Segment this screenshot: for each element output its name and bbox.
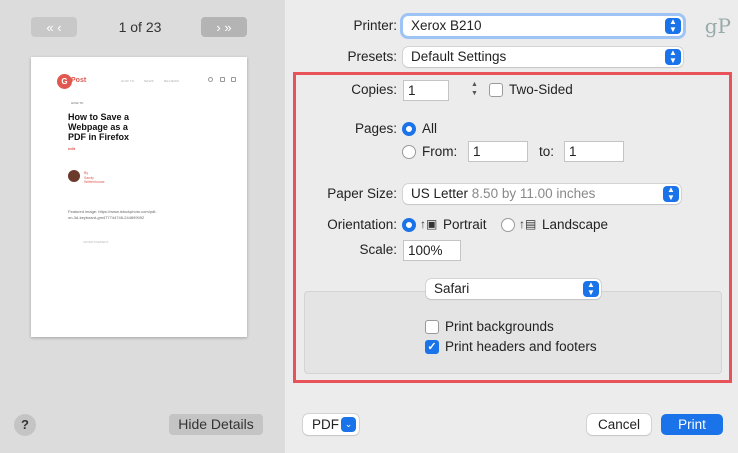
hide-details-button[interactable]: Hide Details	[169, 414, 263, 435]
next-page-buttons[interactable]: › »	[201, 17, 247, 37]
copies-label: Copies:	[351, 82, 397, 97]
print-headers-footers-checkbox[interactable]: ✓	[425, 340, 439, 354]
featured-image-text: Featured image: https://www.istockphoto.…	[68, 209, 157, 220]
portrait-label: Portrait	[443, 217, 487, 232]
article-tag: HOW-TO	[71, 101, 84, 105]
pages-to-field[interactable]: 1	[564, 141, 624, 162]
cancel-button[interactable]: Cancel	[587, 414, 651, 435]
pdf-menu-button[interactable]: PDF ⌄	[303, 414, 359, 435]
scale-label: Scale:	[359, 242, 397, 257]
page-preview: G Post HOW TO NEWS REVIEWS HOW-TO How to…	[31, 57, 247, 337]
printer-label: Printer:	[353, 18, 397, 33]
author-avatar	[68, 170, 80, 182]
pages-all-label: All	[422, 121, 438, 136]
preview-panel: « ‹ 1 of 23 › » G Post HOW TO NEWS REVIE…	[0, 0, 285, 453]
page-count: 1 of 23	[118, 19, 162, 35]
preview-twitter-icon	[231, 77, 236, 82]
article-title-text: How to Save a Webpage as a PDF in Firefo…	[68, 112, 130, 142]
preview-search-icon	[208, 77, 213, 82]
two-sided-checkbox[interactable]	[489, 83, 503, 97]
portrait-radio[interactable]	[402, 218, 416, 232]
preview-nav-link: HOW TO	[121, 79, 135, 83]
print-settings-panel: Printer: Xerox B210 ▲ ▼ gP Presets: Defau…	[285, 0, 738, 453]
print-button[interactable]: Print	[661, 414, 723, 435]
portrait-icon: ↑▣	[420, 217, 438, 231]
pages-label: Pages:	[354, 121, 397, 136]
preview-nav-link: REVIEWS	[164, 79, 180, 83]
two-sided-label: Two-Sided	[509, 82, 573, 97]
scale-field[interactable]: 100%	[403, 240, 461, 261]
help-button[interactable]: ?	[14, 414, 36, 436]
paper-size-label: Paper Size:	[327, 186, 397, 201]
orientation-label: Orientation:	[327, 217, 397, 232]
article-title: How to Save a Webpage as a PDF in Firefo…	[68, 112, 138, 154]
pages-all-radio[interactable]	[402, 122, 416, 136]
site-logo-text: Post	[71, 77, 87, 84]
chevron-down-icon: ⌄	[341, 417, 356, 432]
article-title-sup: edit	[68, 146, 76, 151]
preview-nav-link: NEWS	[144, 79, 154, 83]
pages-to-label: to:	[539, 144, 555, 159]
landscape-radio[interactable]	[501, 218, 515, 232]
chevron-up-down-icon: ▲ ▼	[665, 49, 681, 65]
chevron-up-down-icon: ▲ ▼	[583, 281, 599, 297]
presets-value: Default Settings	[411, 49, 507, 64]
byline-by: By	[84, 171, 89, 175]
byline-name: Sandy Writtenhouse	[84, 176, 105, 184]
printer-select[interactable]: Xerox B210 ▲ ▼	[403, 16, 683, 36]
next-page-icons[interactable]: › »	[216, 20, 231, 35]
print-backgrounds-label: Print backgrounds	[445, 319, 554, 334]
app-section-value: Safari	[434, 281, 470, 296]
copies-stepper[interactable]: ▲ ▼	[468, 80, 481, 101]
print-headers-footers-label: Print headers and footers	[445, 339, 597, 354]
presets-label: Presets:	[347, 49, 397, 64]
pages-from-field[interactable]: 1	[468, 141, 528, 162]
site-logo-icon: G	[57, 74, 72, 89]
groovypost-logo: gP	[704, 14, 731, 38]
pdf-label: PDF	[312, 417, 339, 432]
advertisement-label: ADVERTISEMENT	[83, 240, 109, 244]
printer-value: Xerox B210	[411, 18, 482, 33]
paper-size-value: US Letter	[411, 186, 469, 201]
previous-page-buttons[interactable]: « ‹	[31, 17, 77, 37]
preview-facebook-icon	[220, 77, 225, 82]
print-backgrounds-checkbox[interactable]	[425, 320, 439, 334]
landscape-label: Landscape	[542, 217, 609, 232]
presets-select[interactable]: Default Settings ▲ ▼	[403, 47, 683, 67]
previous-page-icons[interactable]: « ‹	[46, 20, 61, 35]
paper-size-select[interactable]: US Letter 8.50 by 11.00 inches ▲ ▼	[403, 184, 681, 204]
pages-from-label: From:	[422, 144, 458, 159]
chevron-up-down-icon: ▲ ▼	[663, 186, 679, 202]
landscape-icon: ↑▤	[519, 217, 537, 231]
pages-from-radio[interactable]	[402, 145, 416, 159]
chevron-up-down-icon: ▲ ▼	[665, 18, 681, 34]
copies-field[interactable]: 1	[403, 80, 449, 101]
paper-size-detail: 8.50 by 11.00 inches	[471, 186, 596, 201]
app-section-select[interactable]: Safari ▲ ▼	[426, 279, 601, 299]
